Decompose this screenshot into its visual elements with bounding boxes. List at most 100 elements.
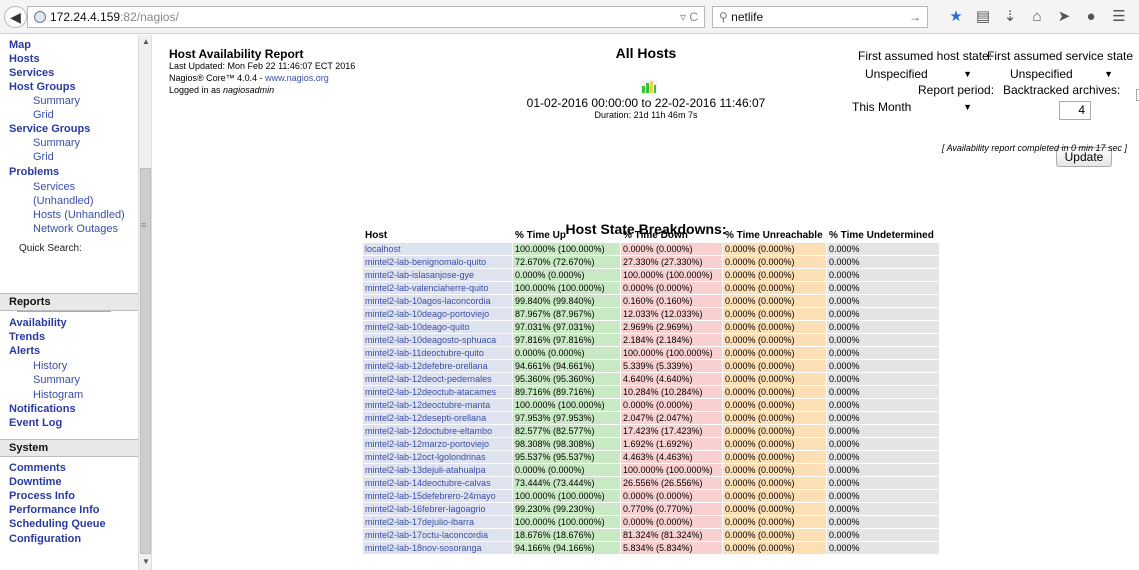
sidebar-item-comments[interactable]: Comments: [9, 461, 66, 475]
hosts-unhandled-label[interactable]: (Unhandled): [64, 209, 125, 221]
report-period-select[interactable]: This Month ▼: [836, 99, 976, 115]
sidebar-item-alert-history[interactable]: History: [33, 359, 67, 373]
download-icon[interactable]: ⇣: [1000, 8, 1020, 26]
time-down-cell: 0.770% (0.770%): [621, 503, 722, 515]
backtracked-archives-input[interactable]: 4: [1059, 101, 1091, 120]
host-cell[interactable]: mintel2-lab-12doctubre-eltambo: [363, 425, 512, 437]
scroll-up-arrow-icon[interactable]: ▲: [142, 37, 150, 46]
chat-icon[interactable]: ●: [1081, 8, 1101, 26]
search-input[interactable]: ⚲ netlife →: [712, 6, 928, 28]
time-down-cell: 5.339% (5.339%): [621, 360, 722, 372]
search-go-icon[interactable]: →: [909, 7, 921, 27]
time-unreachable-cell: 0.000% (0.000%): [723, 295, 826, 307]
reload-icon[interactable]: ▿ C: [680, 7, 698, 27]
nagios-link[interactable]: www.nagios.org: [265, 73, 329, 83]
time-up-cell: 95.360% (95.360%): [513, 373, 620, 385]
host-cell[interactable]: mintel2-lab-14deoctubre-calvas: [363, 477, 512, 489]
host-cell[interactable]: mintel2-lab-islasanjose-gye: [363, 269, 512, 281]
host-cell[interactable]: mintel2-lab-benignomalo-quito: [363, 256, 512, 268]
table-row: mintel2-lab-18nov-sosoranga 94.166% (94.1…: [363, 542, 939, 554]
scroll-down-arrow-icon[interactable]: ▼: [142, 557, 150, 566]
table-row: mintel2-lab-10deagosto-sphuaca 97.816% (9…: [363, 334, 939, 346]
time-up-cell: 0.000% (0.000%): [513, 464, 620, 476]
host-state-select[interactable]: Unspecified ▼: [851, 66, 976, 82]
host-cell[interactable]: mintel2-lab-17dejulio-ibarra: [363, 516, 512, 528]
bookmark-star-icon[interactable]: ★: [946, 8, 966, 26]
host-cell[interactable]: mintel2-lab-12desepti-orellana: [363, 412, 512, 424]
service-state-value: Unspecified: [1010, 67, 1073, 81]
host-cell[interactable]: localhost: [363, 243, 512, 255]
sidebar-item-hostgroup-grid[interactable]: Grid: [33, 108, 54, 122]
host-cell[interactable]: mintel2-lab-16febrer-lagoagrio: [363, 503, 512, 515]
sidebar-item-servicegroup-summary[interactable]: Summary: [33, 136, 80, 150]
problem-hosts-label[interactable]: Hosts: [33, 209, 61, 221]
trends-chart-icon[interactable]: [641, 80, 657, 94]
sidebar-item-hosts[interactable]: Hosts: [9, 52, 40, 66]
host-cell[interactable]: mintel2-lab-12deoct-pedernales: [363, 373, 512, 385]
sidebar-item-process-info[interactable]: Process Info: [9, 489, 75, 503]
send-icon[interactable]: ➤: [1054, 8, 1074, 26]
sidebar-item-map[interactable]: Map: [9, 38, 31, 52]
host-cell[interactable]: mintel2-lab-18nov-sosoranga: [363, 542, 512, 554]
host-cell[interactable]: mintel2-lab-10deagosto-sphuaca: [363, 334, 512, 346]
table-row: mintel2-lab-16febrer-lagoagrio 99.230% (9…: [363, 503, 939, 515]
time-undetermined-cell: 0.000%: [827, 256, 939, 268]
sidebar-item-problem-services[interactable]: Services: [33, 180, 75, 194]
time-unreachable-cell: 0.000% (0.000%): [723, 477, 826, 489]
menu-icon[interactable]: ☰: [1109, 8, 1129, 26]
time-up-cell: 95.537% (95.537%): [513, 451, 620, 463]
host-cell[interactable]: mintel2-lab-13dejuli-atahualpa: [363, 464, 512, 476]
sidebar-item-configuration[interactable]: Configuration: [9, 532, 81, 546]
host-cell[interactable]: mintel2-lab-10agos-laconcordia: [363, 295, 512, 307]
time-undetermined-cell: 0.000%: [827, 412, 939, 424]
sidebar-item-services-unhandled[interactable]: (Unhandled): [33, 194, 94, 208]
sidebar-item-servicegroup-grid[interactable]: Grid: [33, 150, 54, 164]
sidebar-item-event-log[interactable]: Event Log: [9, 416, 62, 430]
time-down-cell: 4.463% (4.463%): [621, 451, 722, 463]
sidebar-item-problem-hosts[interactable]: Hosts (Unhandled): [33, 208, 125, 222]
table-row: mintel2-lab-12defebre-orellana 94.661% (9…: [363, 360, 939, 372]
sidebar-item-alert-histogram[interactable]: Histogram: [33, 388, 83, 402]
sidebar-item-alert-summary[interactable]: Summary: [33, 373, 80, 387]
back-button[interactable]: ◀: [4, 6, 27, 28]
sidebar-item-hostgroup-summary[interactable]: Summary: [33, 94, 80, 108]
host-cell[interactable]: mintel2-lab-11deoctubre-quito: [363, 347, 512, 359]
service-state-select[interactable]: Unspecified ▼: [996, 66, 1117, 82]
sidebar-item-alerts[interactable]: Alerts: [9, 344, 40, 358]
sidebar-item-trends[interactable]: Trends: [9, 330, 45, 344]
time-undetermined-cell: 0.000%: [827, 373, 939, 385]
sidebar-item-downtime[interactable]: Downtime: [9, 475, 62, 489]
host-cell[interactable]: mintel2-lab-12defebre-orellana: [363, 360, 512, 372]
backtracked-label: Backtracked archives:: [1003, 83, 1121, 97]
host-cell[interactable]: mintel2-lab-12deoctubre-manta: [363, 399, 512, 411]
host-cell[interactable]: mintel2-lab-12oct-lgolondrinas: [363, 451, 512, 463]
host-cell[interactable]: mintel2-lab-10deago-portoviejo: [363, 308, 512, 320]
host-cell[interactable]: mintel2-lab-10deago-quito: [363, 321, 512, 333]
table-row: mintel2-lab-10deago-quito 97.031% (97.031…: [363, 321, 939, 333]
time-undetermined-cell: 0.000%: [827, 438, 939, 450]
sidebar-item-availability[interactable]: Availability: [9, 316, 67, 330]
sidebar-item-host-groups[interactable]: Host Groups: [9, 80, 76, 94]
time-down-cell: 26.556% (26.556%): [621, 477, 722, 489]
address-bar[interactable]: 172.24.4.159:82/nagios/ ▿ C: [27, 6, 705, 28]
sidebar-item-scheduling-queue[interactable]: Scheduling Queue: [9, 517, 106, 531]
time-unreachable-cell: 0.000% (0.000%): [723, 451, 826, 463]
sidebar-item-performance-info[interactable]: Performance Info: [9, 503, 99, 517]
sidebar-item-service-groups[interactable]: Service Groups: [9, 122, 90, 136]
time-unreachable-cell: 0.000% (0.000%): [723, 412, 826, 424]
sidebar-item-notifications[interactable]: Notifications: [9, 402, 76, 416]
host-cell[interactable]: mintel2-lab-12marzo-portoviejo: [363, 438, 512, 450]
host-cell[interactable]: mintel2-lab-15defebrero-24mayo: [363, 490, 512, 502]
host-cell[interactable]: mintel2-lab-valenciaherre-quito: [363, 282, 512, 294]
host-cell[interactable]: mintel2-lab-17octu-laconcordia: [363, 529, 512, 541]
host-cell[interactable]: mintel2-lab-12deoctub-atacames: [363, 386, 512, 398]
reading-list-icon[interactable]: ▤: [973, 8, 993, 26]
time-down-cell: 2.047% (2.047%): [621, 412, 722, 424]
home-icon[interactable]: ⌂: [1027, 8, 1047, 26]
time-unreachable-cell: 0.000% (0.000%): [723, 308, 826, 320]
sidebar-item-network-outages[interactable]: Network Outages: [33, 222, 118, 236]
sidebar-scrollbar[interactable]: ▲ ≡ ▼: [138, 35, 152, 570]
sidebar-item-services[interactable]: Services: [9, 66, 54, 80]
sidebar-item-problems[interactable]: Problems: [9, 165, 59, 179]
time-undetermined-cell: 0.000%: [827, 464, 939, 476]
